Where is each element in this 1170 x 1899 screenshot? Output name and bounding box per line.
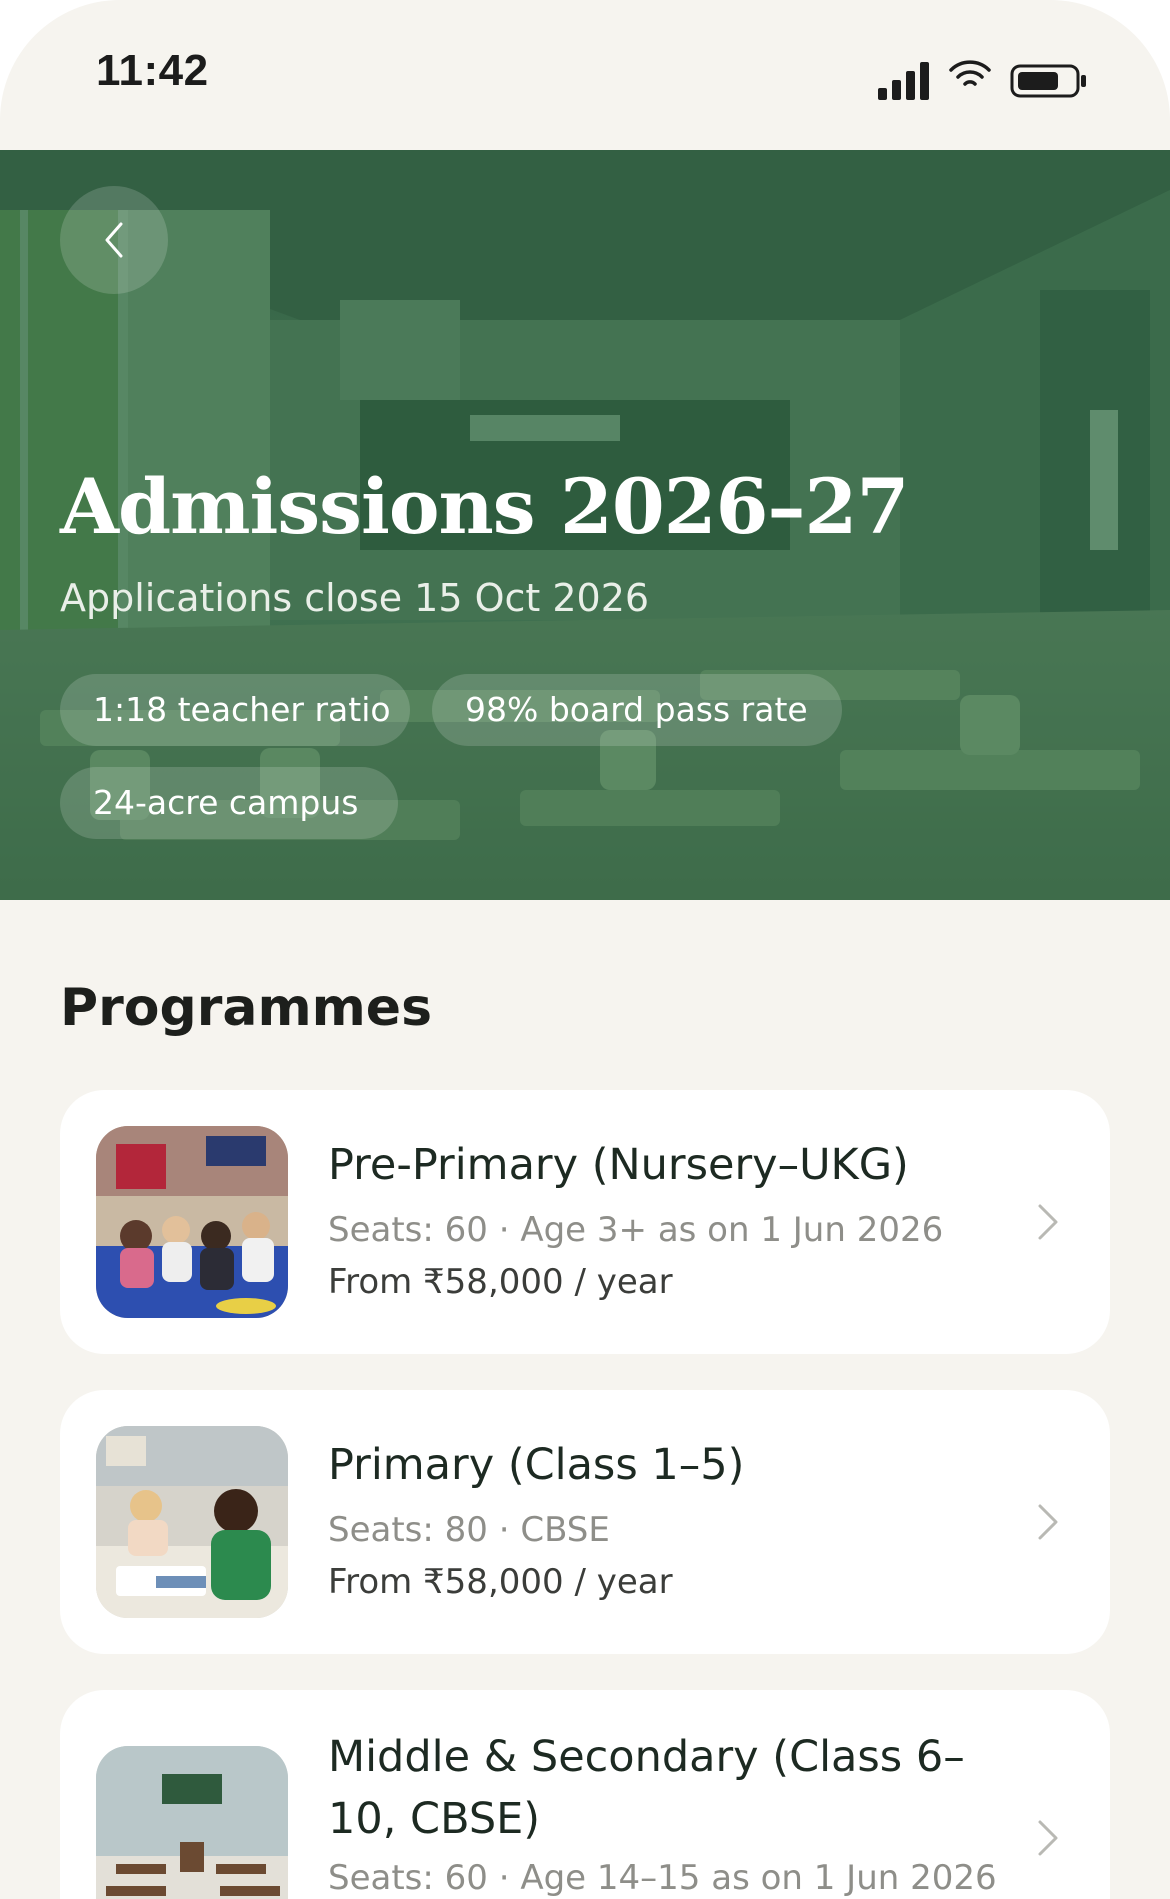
stat-chip-teacher-ratio: 1:18 teacher ratio xyxy=(60,674,410,746)
chevron-right-icon xyxy=(1038,1504,1058,1540)
programme-card-middle-secondary[interactable]: Middle & Secondary (Class 6–10, CBSE) Se… xyxy=(60,1690,1110,1899)
pre-primary-thumbnail xyxy=(96,1126,288,1318)
programme-card-pre-primary[interactable]: Pre-Primary (Nursery–UKG) Seats: 60 · Ag… xyxy=(60,1090,1110,1354)
programme-price: From ₹58,000 / year xyxy=(328,1262,673,1302)
stat-chip-pass-rate: 98% board pass rate xyxy=(432,674,842,746)
status-time: 11:42 xyxy=(96,46,209,95)
phone-screen: 11:42 Admissions 2026–27 Applications cl… xyxy=(0,0,1170,1899)
primary-thumbnail xyxy=(96,1426,288,1618)
applications-deadline: Applications close 15 Oct 2026 xyxy=(60,576,650,620)
chevron-right-icon xyxy=(1038,1820,1058,1856)
programme-title: Middle & Secondary (Class 6–10, CBSE) xyxy=(328,1732,965,1844)
wifi-icon xyxy=(949,60,991,86)
status-bar: 11:42 xyxy=(0,0,1170,150)
programmes-heading: Programmes xyxy=(60,978,433,1038)
page-title: Admissions 2026–27 xyxy=(60,462,909,551)
programme-card-primary[interactable]: Primary (Class 1–5) Seats: 80 · CBSE Fro… xyxy=(60,1390,1110,1654)
programme-meta: Seats: 60 · Age 3+ as on 1 Jun 2026 xyxy=(328,1210,944,1250)
programme-title: Pre-Primary (Nursery–UKG) xyxy=(328,1140,909,1190)
programme-meta: Seats: 80 · CBSE xyxy=(328,1510,610,1550)
back-button[interactable] xyxy=(60,186,168,294)
hero-banner: Admissions 2026–27 Applications close 15… xyxy=(0,150,1170,900)
programme-title: Primary (Class 1–5) xyxy=(328,1440,745,1490)
programme-price: From ₹58,000 / year xyxy=(328,1562,673,1602)
chevron-left-icon xyxy=(105,222,123,258)
signal-icon xyxy=(878,62,929,100)
middle-secondary-thumbnail xyxy=(96,1746,288,1899)
stat-chip-campus: 24-acre campus xyxy=(60,767,398,839)
chevron-right-icon xyxy=(1038,1204,1058,1240)
battery-icon xyxy=(1010,64,1086,98)
programme-meta: Seats: 60 · Age 14–15 as on 1 Jun 2026 xyxy=(328,1858,997,1898)
